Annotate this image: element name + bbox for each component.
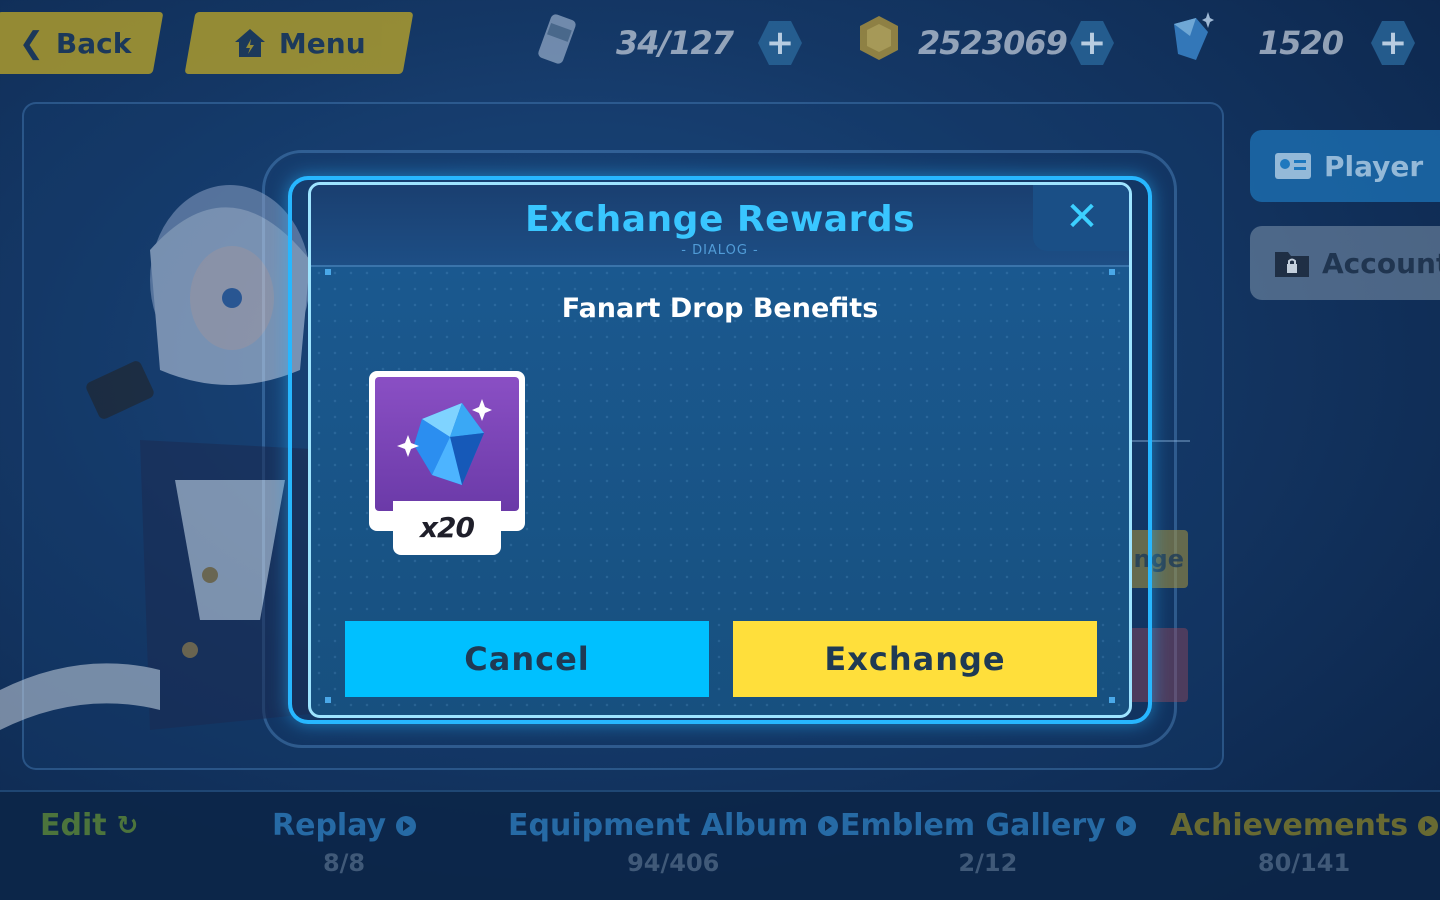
back-button[interactable]: ❮ Back — [0, 12, 164, 74]
nav-equipment-count: 94/406 — [627, 849, 720, 877]
reward-quantity: x20 — [393, 501, 501, 555]
play-arrow-icon — [1115, 815, 1136, 836]
crystal-icon — [397, 399, 492, 485]
tab-player-label: Player — [1324, 149, 1424, 183]
dialog-tag: - DIALOG - — [681, 243, 759, 258]
cancel-button[interactable]: Cancel — [345, 621, 709, 697]
bottom-nav: Edit ↻ Replay 8/8 Equipment Album 94/406… — [0, 790, 1440, 900]
play-arrow-icon — [396, 815, 417, 836]
nav-achievements-label: Achievements — [1170, 808, 1409, 843]
home-icon — [234, 29, 265, 57]
back-label: Back — [55, 26, 132, 60]
dialog-header: Exchange Rewards - DIALOG - ✕ — [311, 185, 1129, 267]
nav-replay-label: Replay — [272, 808, 387, 843]
play-arrow-icon — [818, 815, 839, 836]
gold-value: 2523069 — [918, 24, 1068, 62]
nav-item-equipment-album[interactable]: Equipment Album 94/406 — [508, 808, 839, 877]
gold-coin-icon — [860, 16, 898, 60]
nav-item-edit[interactable]: Edit ↻ — [40, 808, 138, 843]
nav-emblem-count: 2/12 — [958, 849, 1018, 877]
nav-replay-count: 8/8 — [322, 849, 366, 877]
corner-dot — [325, 697, 331, 703]
folder-lock-icon — [1275, 252, 1309, 277]
stamina-can-icon — [538, 14, 576, 64]
dialog-heading: Fanart Drop Benefits — [561, 293, 879, 324]
play-arrow-icon — [1418, 815, 1439, 836]
refresh-icon: ↻ — [116, 810, 139, 841]
nav-edit-label: Edit — [40, 808, 107, 843]
reward-icon-bg — [375, 377, 519, 511]
tab-account-label: Account — [1322, 246, 1440, 280]
nav-emblem-label: Emblem Gallery — [840, 808, 1106, 843]
tab-account[interactable]: Account — [1250, 226, 1440, 300]
corner-dot — [325, 269, 331, 275]
corner-dot — [1109, 269, 1115, 275]
tab-player[interactable]: Player — [1250, 130, 1440, 202]
crystal-icon — [1174, 12, 1214, 60]
corner-dot — [1109, 697, 1115, 703]
menu-button[interactable]: Menu — [184, 12, 414, 74]
nav-item-emblem-gallery[interactable]: Emblem Gallery 2/12 — [840, 808, 1136, 877]
nav-achievements-count: 80/141 — [1257, 849, 1351, 877]
close-button[interactable]: ✕ — [1033, 185, 1129, 251]
crystal-value: 1520 — [1258, 24, 1344, 62]
nav-equipment-label: Equipment Album — [508, 808, 809, 843]
chevron-left-icon: ❮ — [18, 25, 44, 61]
close-icon: ✕ — [1065, 194, 1099, 240]
stamina-display: 34/127 — [616, 14, 734, 72]
menu-label: Menu — [278, 26, 366, 60]
dialog-title: Exchange Rewards — [524, 199, 916, 240]
crystal-display: 1520 — [1258, 14, 1344, 72]
id-card-icon — [1275, 153, 1311, 179]
exchange-button[interactable]: Exchange — [733, 621, 1097, 697]
exchange-rewards-dialog: Exchange Rewards - DIALOG - ✕ Fanart Dro… — [308, 182, 1132, 718]
nav-item-replay[interactable]: Replay 8/8 — [272, 808, 417, 877]
nav-item-achievements[interactable]: Achievements 80/141 — [1170, 808, 1439, 877]
stamina-value: 34/127 — [616, 24, 734, 62]
gold-display: 2523069 — [918, 14, 1068, 72]
